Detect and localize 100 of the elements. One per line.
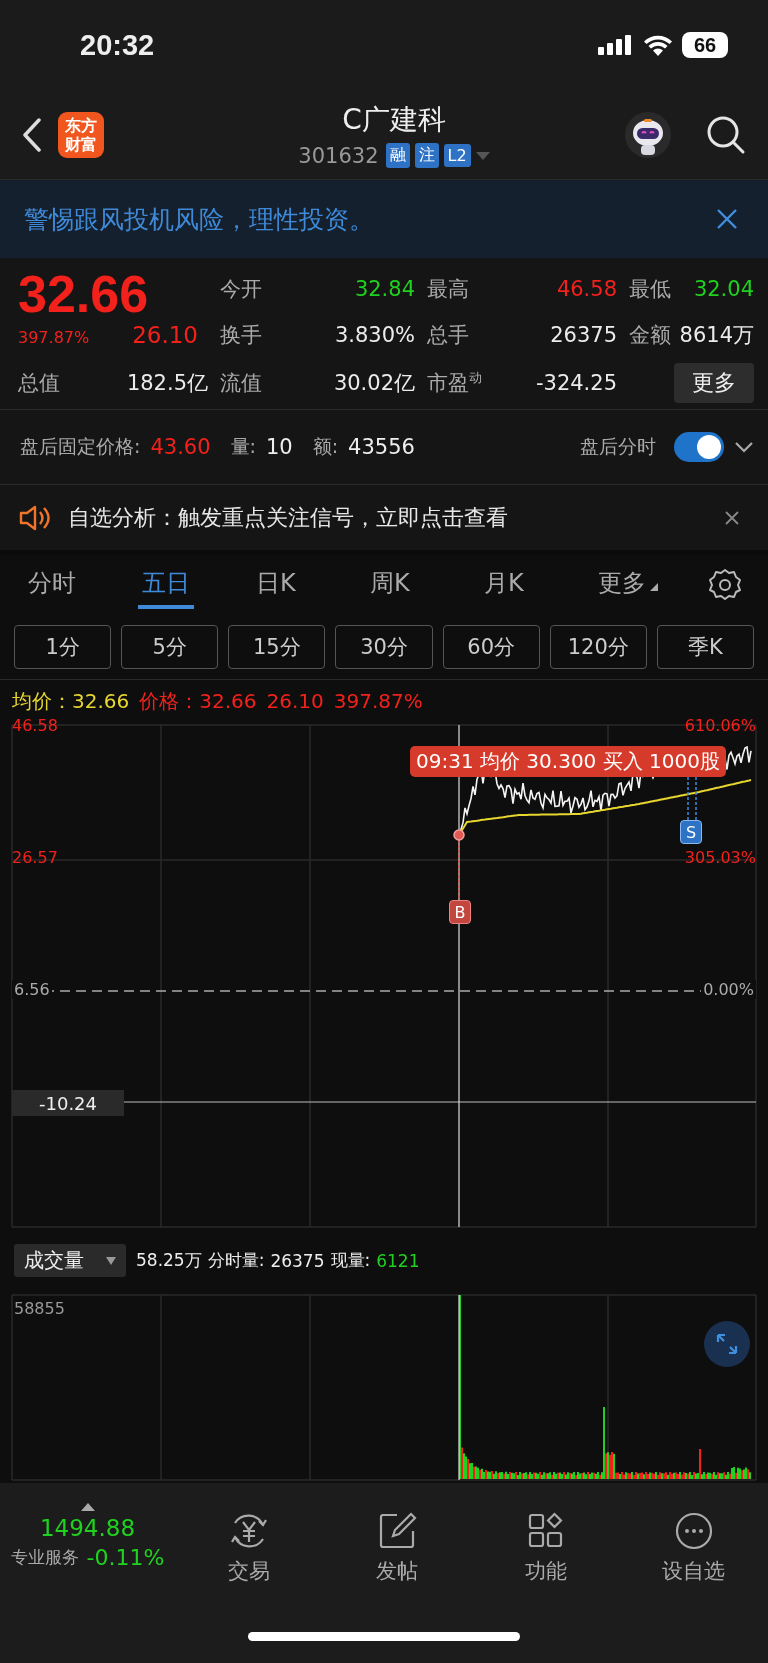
expand-icon[interactable] — [704, 1321, 750, 1367]
amount-value: 43556 — [348, 435, 415, 459]
close-icon[interactable] — [724, 509, 740, 526]
nav-item[interactable]: 功能 — [471, 1503, 620, 1585]
app-logo: 东方 财富 — [58, 111, 104, 158]
stock-code: 301632 — [298, 143, 379, 168]
period-button[interactable]: 30分 — [335, 625, 433, 669]
speaker-icon — [18, 503, 50, 532]
buy-point — [453, 829, 465, 841]
more-button[interactable]: 更多 — [674, 363, 754, 403]
stat-value: 32.84 — [354, 277, 415, 301]
period-button[interactable]: 季K — [656, 625, 754, 669]
avg-price-label: 均价： — [12, 687, 72, 715]
axis-label: 0.00% — [701, 980, 756, 999]
index-value[interactable]: 1494.88 — [39, 1515, 136, 1541]
axis-label: 58855 — [14, 1299, 65, 1318]
change-percent: 397.87% — [333, 689, 423, 713]
stock-name: C广建科 — [342, 102, 446, 138]
volume-total: 58.25万 — [136, 1249, 202, 1272]
volume-value: 10 — [265, 435, 293, 459]
minute-volume-value: 26375 — [270, 1250, 325, 1271]
more-menu[interactable]: 更多 — [594, 561, 662, 609]
stat-label: 今开 — [220, 276, 262, 303]
up-arrow-icon — [80, 1503, 95, 1511]
toggle-label: 盘后分时 — [580, 434, 656, 459]
corner-triangle-icon — [650, 583, 658, 591]
axis-label: 610.06% — [684, 716, 756, 735]
search-icon[interactable] — [706, 114, 746, 155]
last-price: 32.66 — [18, 266, 150, 322]
nav-item[interactable]: 设自选 — [619, 1503, 768, 1585]
indicator-dropdown[interactable]: 成交量 — [14, 1244, 126, 1277]
back-icon[interactable] — [22, 117, 42, 152]
period-button[interactable]: 120分 — [549, 625, 647, 669]
edit-icon — [377, 1511, 418, 1551]
close-icon[interactable] — [716, 208, 738, 230]
dropdown-icon — [106, 1256, 116, 1265]
wifi-icon — [644, 34, 672, 56]
change-value: 26.10 — [266, 689, 324, 713]
more-icon — [673, 1511, 714, 1551]
battery-icon: 66 — [682, 32, 728, 58]
stat-label: 换手 — [220, 322, 262, 349]
minute-volume-label: 分时量: — [207, 1249, 265, 1272]
change-percent: 397.87% — [18, 328, 90, 347]
after-hours-toggle[interactable] — [674, 432, 724, 462]
period-button[interactable]: 1分 — [14, 625, 112, 669]
volume-label: 量: — [230, 434, 256, 459]
chart-tab[interactable]: 分时 — [24, 561, 80, 609]
chart-tab[interactable]: 周K — [366, 561, 414, 609]
trade-tooltip: 09:31 均价 30.300 买入 1000股 — [410, 746, 726, 777]
stat-label: 最高 — [427, 276, 469, 303]
axis-label: 46.58 — [12, 716, 58, 735]
tag: 融 — [385, 143, 410, 168]
tag: L2 — [443, 144, 471, 167]
crosshair-value: -10.24 — [12, 1090, 124, 1116]
period-button[interactable]: 15分 — [228, 625, 326, 669]
service-label[interactable]: 专业服务 — [10, 1546, 79, 1569]
sell-marker: S — [680, 820, 702, 844]
avg-price-value: 32.66 — [72, 689, 130, 713]
chevron-down-icon[interactable] — [734, 441, 754, 453]
signal-icon — [598, 35, 634, 55]
tag: 注 — [414, 143, 439, 168]
settings-icon[interactable] — [708, 568, 742, 602]
stat-value: 8614万 — [679, 322, 754, 349]
current-volume-value: 6121 — [376, 1250, 420, 1271]
stat-label: 总手 — [427, 322, 469, 349]
period-button[interactable]: 60分 — [442, 625, 540, 669]
price-value: 32.66 — [199, 689, 257, 713]
stat-value: -324.25 — [535, 371, 617, 395]
nav-item[interactable]: 交易 — [175, 1503, 324, 1585]
stat-value: 46.58 — [556, 277, 617, 301]
buy-marker: B — [449, 900, 471, 924]
index-change: -0.11% — [86, 1545, 165, 1570]
stat-value: 30.02亿 — [333, 370, 415, 397]
stat-value: 3.830% — [334, 323, 415, 347]
stat-label: 总值 — [18, 370, 60, 397]
robot-icon[interactable] — [624, 110, 672, 159]
chart-tab[interactable]: 日K — [252, 561, 300, 609]
axis-label: 6.56 — [12, 980, 52, 999]
period-button[interactable]: 5分 — [121, 625, 219, 669]
stat-label: 流值 — [220, 370, 262, 397]
alert-text[interactable]: 自选分析：触发重点关注信号，立即点击查看 — [68, 502, 706, 533]
stat-label: 金额 — [629, 322, 671, 349]
after-hours-price: 43.60 — [150, 435, 211, 459]
after-hours-label: 盘后固定价格: — [20, 434, 141, 459]
stat-value: 26375 — [550, 323, 617, 347]
amount-label: 额: — [312, 434, 339, 459]
chart-tab[interactable]: 五日 — [138, 561, 194, 609]
current-volume-label: 现量: — [330, 1249, 371, 1272]
stat-label: 最低 — [629, 276, 671, 303]
stat-value: 182.5亿 — [126, 370, 208, 397]
stat-value: 32.04 — [693, 277, 754, 301]
buy-leader-line — [458, 839, 460, 901]
stat-label: 市盈$^{动}$ — [427, 369, 482, 397]
change-amount: 26.10 — [132, 322, 198, 348]
status-time: 20:32 — [80, 28, 155, 62]
nav-item[interactable]: 发帖 — [323, 1503, 472, 1585]
axis-label: 305.03% — [684, 848, 756, 867]
risk-warning: 警惕跟风投机风险，理性投资。 — [24, 203, 374, 236]
axis-label: 26.57 — [12, 848, 58, 867]
chart-tab[interactable]: 月K — [480, 561, 528, 609]
